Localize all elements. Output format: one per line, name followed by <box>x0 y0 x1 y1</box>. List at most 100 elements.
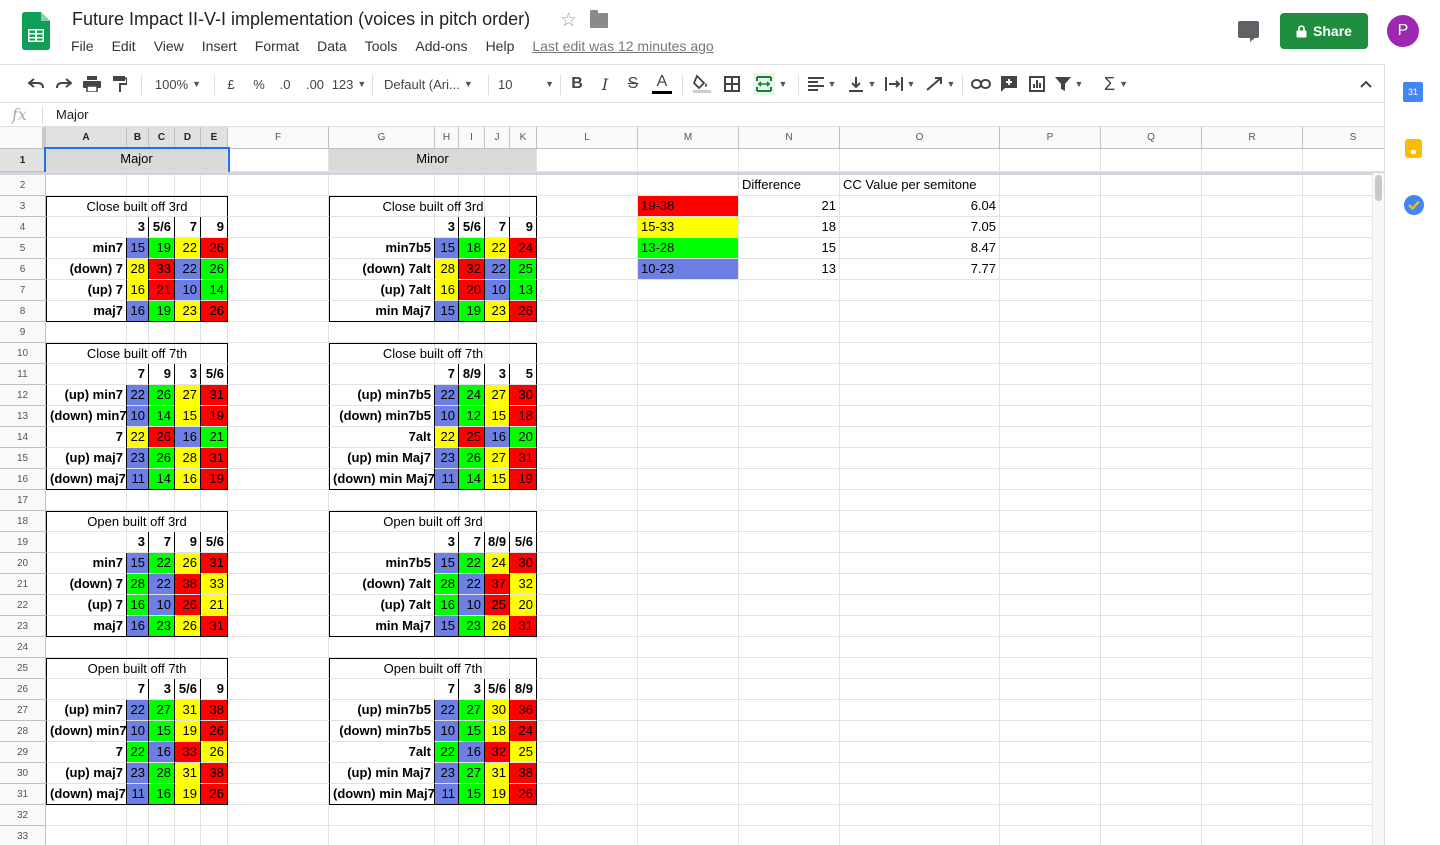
column-header[interactable]: I <box>459 127 485 149</box>
voice-header[interactable]: 5/6 <box>175 679 201 700</box>
empty-cell[interactable] <box>1101 280 1202 301</box>
empty-cell[interactable] <box>537 196 638 217</box>
empty-cell[interactable] <box>1101 149 1202 172</box>
voice-value[interactable]: 20 <box>459 280 485 301</box>
voice-value[interactable]: 27 <box>149 700 175 721</box>
empty-cell[interactable] <box>1202 175 1303 196</box>
empty-cell[interactable] <box>1101 490 1202 511</box>
empty-cell[interactable] <box>537 658 638 679</box>
empty-cell[interactable] <box>329 826 435 845</box>
voice-value[interactable]: 25 <box>485 595 510 616</box>
voice-value[interactable]: 19 <box>175 784 201 805</box>
cc-value[interactable]: 6.04 <box>840 196 1000 217</box>
empty-cell[interactable] <box>127 322 149 343</box>
empty-cell[interactable] <box>228 175 329 196</box>
voice-value[interactable]: 19 <box>149 301 175 322</box>
empty-cell[interactable] <box>739 826 840 845</box>
voice-value[interactable]: 22 <box>149 553 175 574</box>
empty-cell[interactable] <box>1000 616 1101 637</box>
empty-cell[interactable] <box>228 427 329 448</box>
empty-cell[interactable] <box>510 490 537 511</box>
row-header[interactable]: 26 <box>0 679 46 700</box>
empty-cell[interactable] <box>459 490 485 511</box>
empty-cell[interactable] <box>1202 364 1303 385</box>
empty-cell[interactable] <box>638 574 739 595</box>
chord-label[interactable]: (up) 7alt <box>329 595 435 616</box>
empty-cell[interactable] <box>638 679 739 700</box>
voice-header[interactable]: 5/6 <box>459 217 485 238</box>
last-edit-link[interactable]: Last edit was 12 minutes ago <box>532 38 713 54</box>
empty-cell[interactable] <box>739 637 840 658</box>
voice-value[interactable]: 26 <box>201 721 228 742</box>
voice-value[interactable]: 22 <box>149 574 175 595</box>
empty-cell[interactable] <box>739 511 840 532</box>
voice-value[interactable]: 28 <box>435 574 459 595</box>
chord-label[interactable]: (down) 7alt <box>329 259 435 280</box>
voice-value[interactable]: 33 <box>201 574 228 595</box>
voice-value[interactable]: 22 <box>435 427 459 448</box>
empty-cell[interactable] <box>485 637 510 658</box>
empty-cell[interactable] <box>739 742 840 763</box>
empty-cell[interactable] <box>228 511 329 532</box>
voice-value[interactable]: 14 <box>149 406 175 427</box>
vertical-align-icon[interactable]: ▼ <box>844 65 880 103</box>
empty-cell[interactable] <box>638 553 739 574</box>
chord-label[interactable]: (up) 7alt <box>329 280 435 301</box>
empty-cell[interactable] <box>175 490 201 511</box>
empty-cell[interactable] <box>149 637 175 658</box>
empty-cell[interactable] <box>840 385 1000 406</box>
column-header[interactable]: R <box>1202 127 1303 149</box>
voice-value[interactable]: 20 <box>510 595 537 616</box>
empty-cell[interactable] <box>537 343 638 364</box>
empty-cell[interactable] <box>537 553 638 574</box>
voice-value[interactable]: 26 <box>510 784 537 805</box>
voice-value[interactable]: 12 <box>459 406 485 427</box>
empty-cell[interactable] <box>201 175 228 196</box>
empty-cell[interactable] <box>435 322 459 343</box>
empty-cell[interactable] <box>1101 322 1202 343</box>
empty-cell[interactable] <box>329 217 435 238</box>
voice-value[interactable]: 22 <box>127 385 149 406</box>
voice-value[interactable]: 16 <box>127 280 149 301</box>
empty-cell[interactable] <box>638 490 739 511</box>
column-header[interactable]: Q <box>1101 127 1202 149</box>
empty-cell[interactable] <box>1202 427 1303 448</box>
voice-value[interactable]: 16 <box>435 595 459 616</box>
empty-cell[interactable] <box>638 343 739 364</box>
voice-value[interactable]: 31 <box>175 700 201 721</box>
column-header[interactable]: K <box>510 127 537 149</box>
column-header[interactable]: E <box>201 127 228 149</box>
empty-cell[interactable] <box>149 490 175 511</box>
empty-cell[interactable] <box>1202 448 1303 469</box>
chord-label[interactable]: min7 <box>46 553 127 574</box>
empty-cell[interactable] <box>537 595 638 616</box>
empty-cell[interactable] <box>1101 427 1202 448</box>
voice-value[interactable]: 22 <box>175 259 201 280</box>
voice-value[interactable]: 11 <box>127 469 149 490</box>
frozen-row-divider[interactable] <box>0 172 1384 175</box>
range-cell[interactable]: 19-38 <box>638 196 739 217</box>
voice-value[interactable]: 21 <box>201 427 228 448</box>
row-header[interactable]: 21 <box>0 574 46 595</box>
font-size-select[interactable]: 10 ▼ <box>498 65 554 103</box>
empty-cell[interactable] <box>149 322 175 343</box>
empty-cell[interactable] <box>228 721 329 742</box>
empty-cell[interactable] <box>1000 238 1101 259</box>
voice-value[interactable]: 10 <box>175 280 201 301</box>
voice-header[interactable]: 8/9 <box>510 679 537 700</box>
voice-header[interactable]: 9 <box>201 217 228 238</box>
minor-header[interactable]: Minor <box>329 149 537 172</box>
empty-cell[interactable] <box>127 637 149 658</box>
empty-cell[interactable] <box>840 595 1000 616</box>
empty-cell[interactable] <box>175 637 201 658</box>
empty-cell[interactable] <box>510 322 537 343</box>
empty-cell[interactable] <box>1000 637 1101 658</box>
empty-cell[interactable] <box>840 763 1000 784</box>
empty-cell[interactable] <box>1000 149 1101 172</box>
empty-cell[interactable] <box>739 385 840 406</box>
more-formats-select[interactable]: 123 ▼ <box>332 65 367 103</box>
difference-value[interactable]: 18 <box>739 217 840 238</box>
keep-icon[interactable] <box>1405 139 1422 158</box>
filter-icon[interactable]: ▼ <box>1054 65 1084 103</box>
print-icon[interactable] <box>80 65 104 103</box>
